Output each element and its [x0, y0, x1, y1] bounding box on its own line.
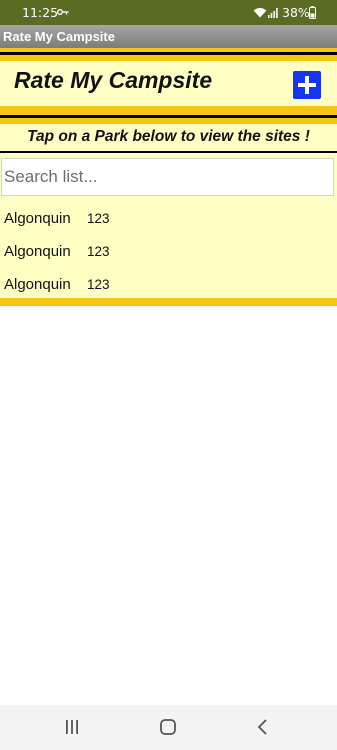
park-site-count: 123: [87, 277, 110, 292]
window-title: Rate My Campsite: [3, 29, 115, 44]
key-icon: [57, 9, 69, 15]
instruction-divider: [0, 151, 337, 153]
signal-icon: [268, 8, 278, 18]
instruction-stripe-gold: [0, 118, 337, 124]
window-title-bar: Rate My Campsite: [0, 25, 337, 48]
park-list-item[interactable]: Algonquin 123: [0, 236, 337, 269]
instruction-text: Tap on a Park below to view the sites !: [27, 128, 310, 145]
wifi-icon: [253, 8, 267, 18]
battery-icon: [309, 6, 316, 19]
park-name: Algonquin: [4, 276, 71, 293]
park-list-item[interactable]: Algonquin 123: [0, 203, 337, 236]
recent-apps-button[interactable]: [55, 715, 89, 739]
navigation-bar: [0, 705, 337, 750]
status-time: 11:25: [22, 5, 59, 20]
recent-apps-icon: [66, 720, 78, 734]
header-title: Rate My Campsite: [14, 67, 213, 93]
park-site-count: 123: [87, 211, 110, 226]
header-stripe-gold-lower: [0, 106, 337, 115]
park-site-count: 123: [87, 244, 110, 259]
battery-percentage: 38%: [282, 5, 310, 20]
search-input[interactable]: [1, 158, 334, 196]
park-name: Algonquin: [4, 210, 71, 227]
back-button[interactable]: [246, 715, 280, 739]
plus-icon: [298, 76, 316, 94]
home-button[interactable]: [151, 715, 185, 739]
park-name: Algonquin: [4, 243, 71, 260]
home-icon: [160, 719, 176, 735]
add-park-button[interactable]: [293, 71, 321, 99]
header-stripe-gold-upper: [0, 55, 337, 61]
footer-stripe-gold: [0, 298, 337, 306]
back-icon: [257, 719, 267, 735]
status-bar: 11:25 38%: [0, 0, 337, 25]
